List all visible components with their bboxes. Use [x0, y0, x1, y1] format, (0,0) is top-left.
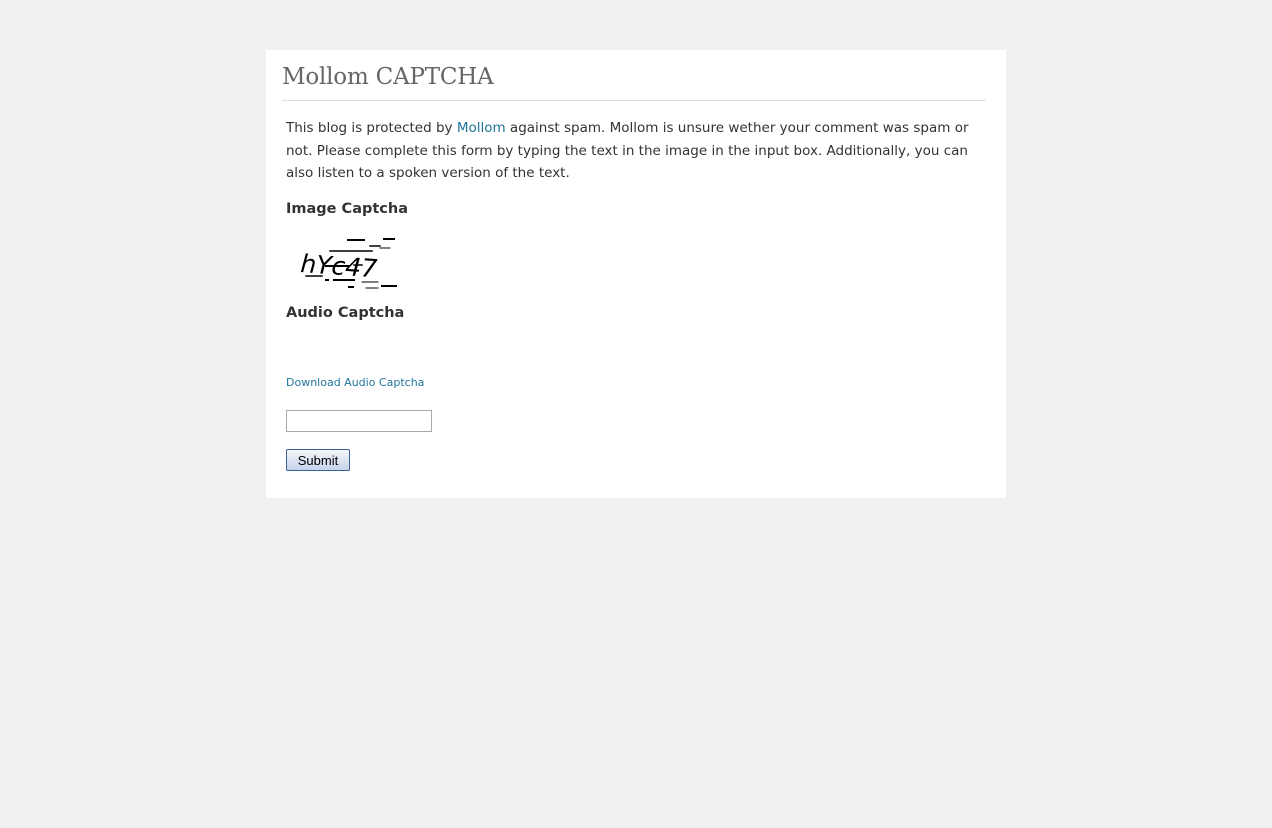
submit-button[interactable]: Submit — [286, 449, 350, 471]
captcha-image: hYc47 — [300, 238, 397, 289]
intro-text-start: This blog is protected by — [286, 120, 457, 136]
captcha-panel: Mollom CAPTCHA This blog is protected by… — [266, 50, 1006, 498]
intro-text: This blog is protected by Mollom against… — [286, 117, 990, 185]
title-divider — [282, 100, 986, 101]
captcha-text: hYc47 — [300, 249, 379, 283]
page-title: Mollom CAPTCHA — [282, 64, 494, 90]
audio-captcha-heading: Audio Captcha — [286, 305, 405, 321]
mollom-link[interactable]: Mollom — [457, 120, 506, 136]
captcha-input[interactable] — [286, 410, 432, 432]
image-captcha-heading: Image Captcha — [286, 201, 408, 217]
download-audio-link[interactable]: Download Audio Captcha — [286, 376, 424, 389]
